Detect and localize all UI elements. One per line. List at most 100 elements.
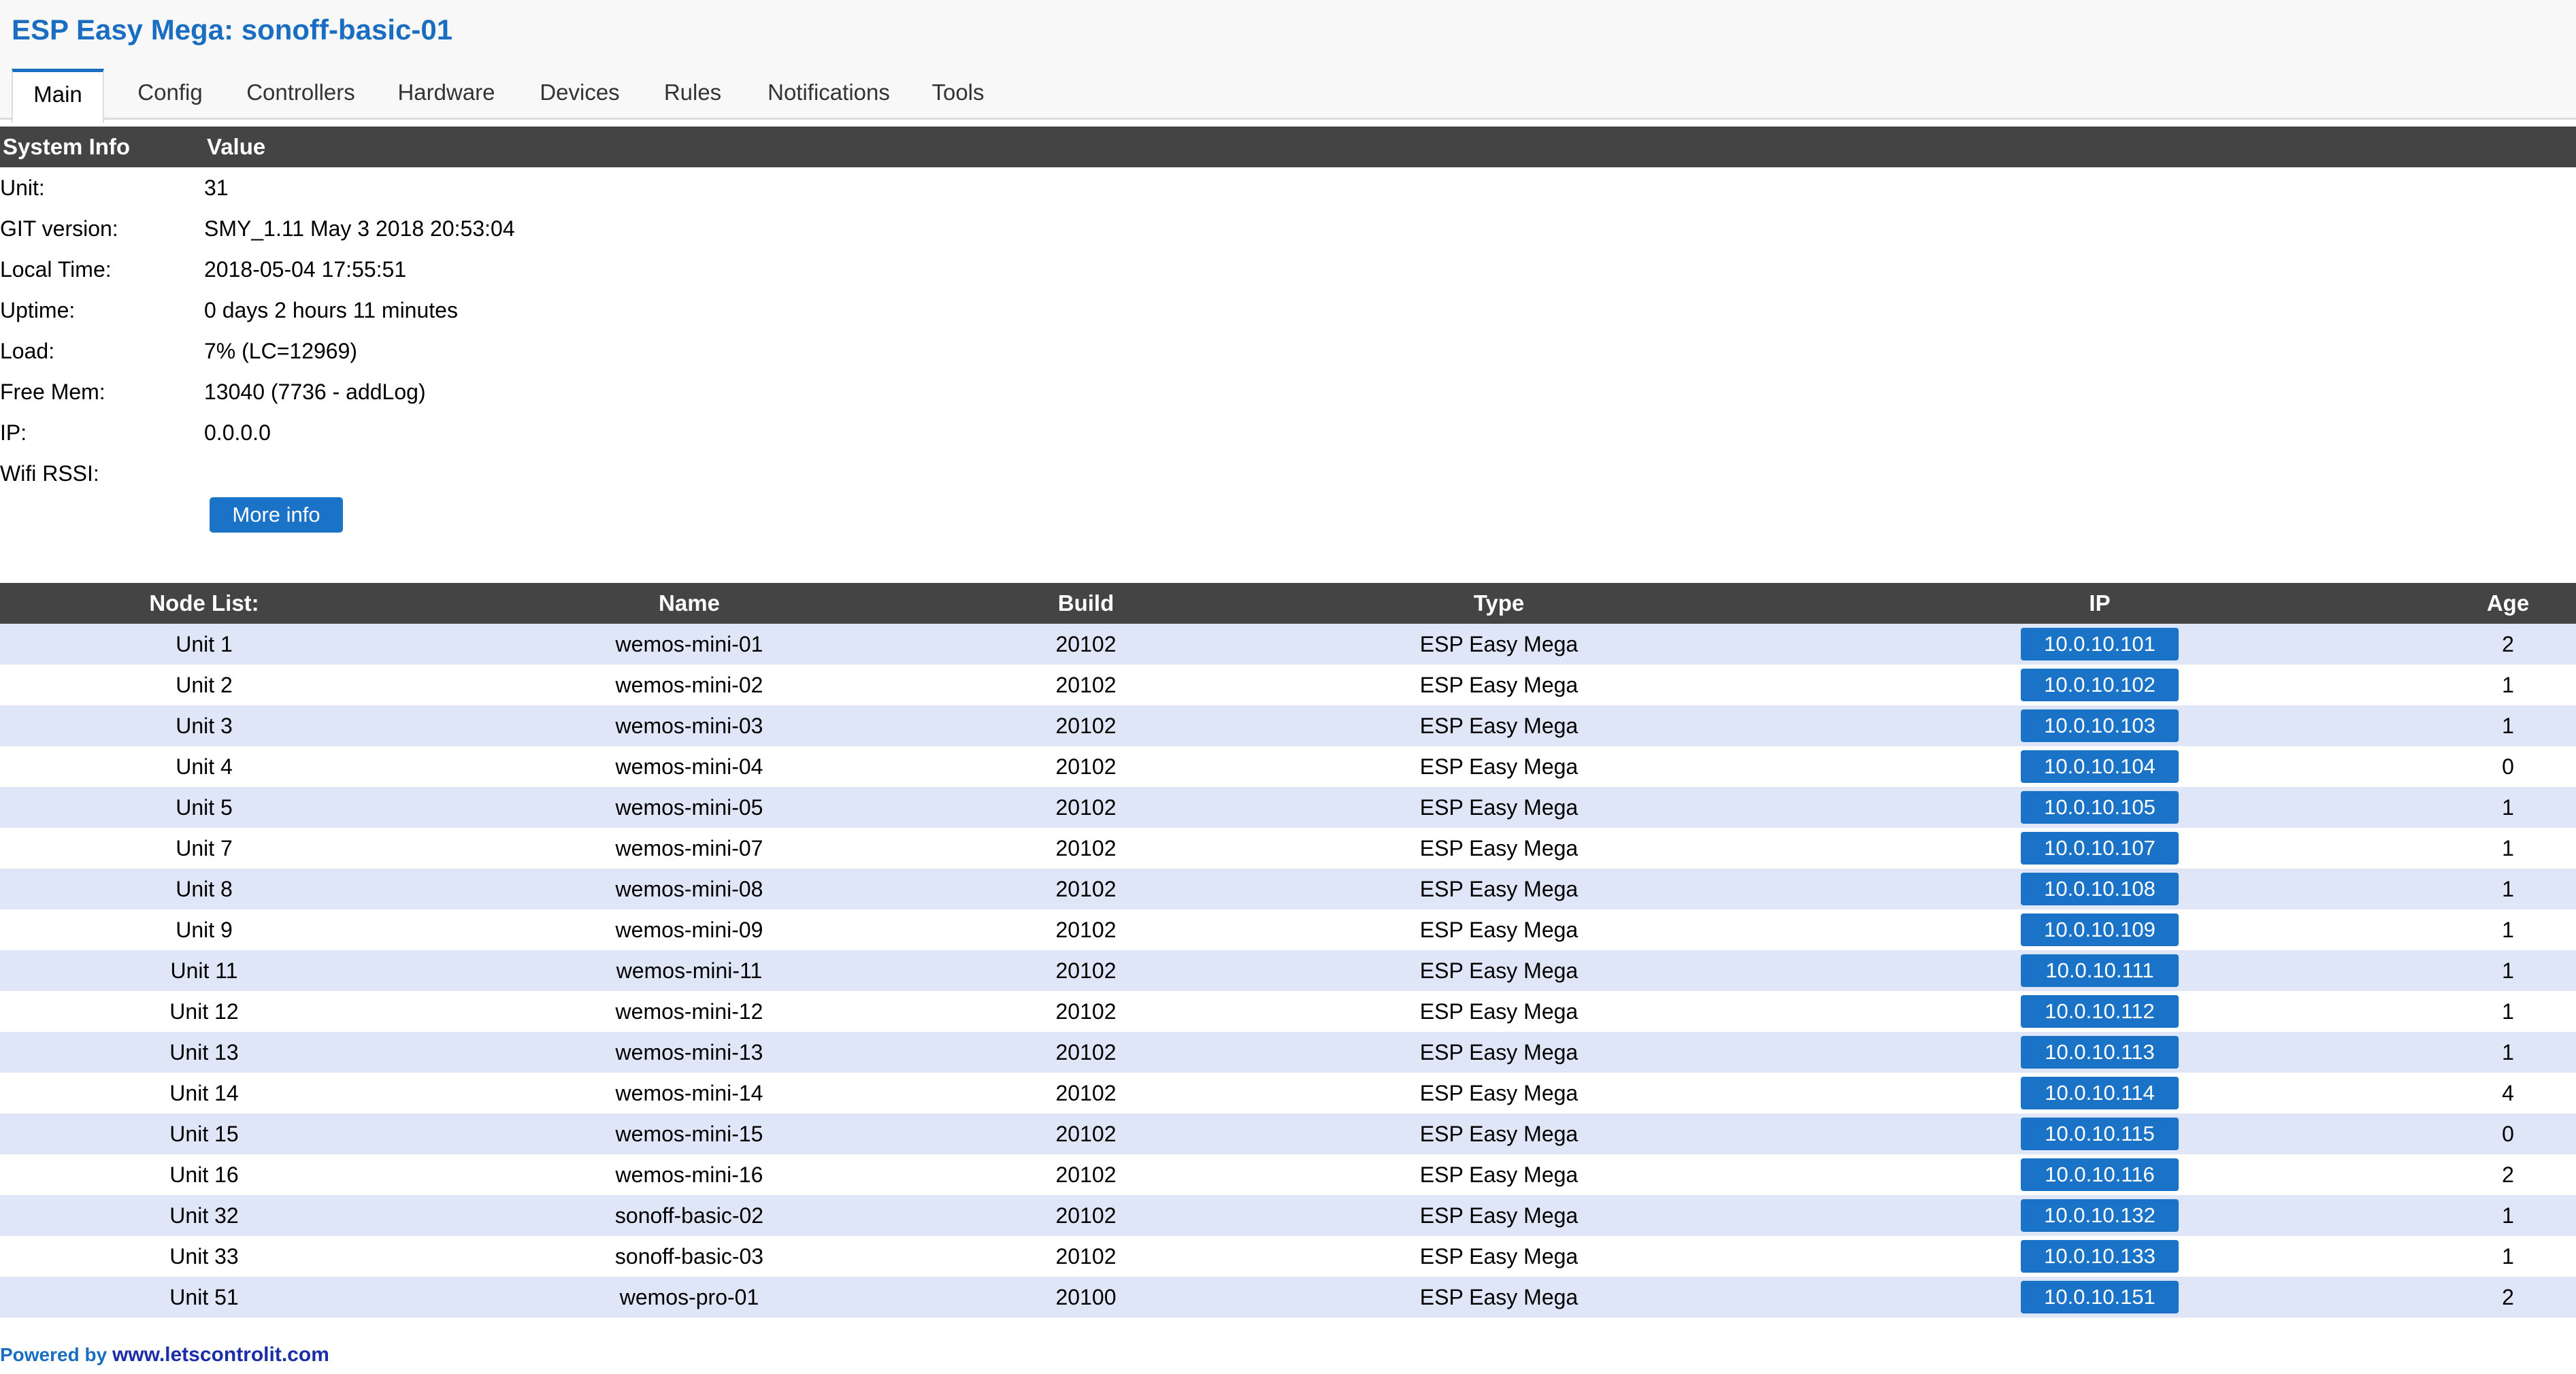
tab-devices[interactable]: Devices (514, 69, 645, 118)
table-row: Unit 5 wemos-mini-05 20102 ESP Easy Mega 1 10… (0, 787, 2576, 828)
info-value: 31 (204, 175, 229, 200)
node-name: wemos-mini-14 (615, 1081, 763, 1105)
node-build: 20102 (1055, 918, 1117, 942)
node-ip-button[interactable]: 10.0.10.112 (2021, 995, 2179, 1028)
info-label: Wifi RSSI: (0, 461, 99, 486)
footer-link[interactable]: www.letscontrolit.com (112, 1343, 329, 1366)
node-build: 20102 (1055, 1122, 1117, 1146)
node-name: wemos-mini-04 (615, 754, 763, 779)
info-label: Load: (0, 339, 55, 363)
node-ip-button[interactable]: 10.0.10.115 (2021, 1118, 2179, 1150)
node-name: wemos-mini-11 (616, 958, 763, 983)
table-row: Unit 15 wemos-mini-15 20102 ESP Easy Mega 0 1… (0, 1113, 2576, 1154)
node-type: ESP Easy Mega (1419, 918, 1579, 942)
node-unit: Unit 11 (170, 958, 238, 983)
node-unit: Unit 33 (169, 1244, 239, 1269)
node-name: sonoff-basic-03 (614, 1244, 764, 1269)
node-name: wemos-mini-08 (615, 877, 763, 901)
node-name: wemos-mini-01 (615, 632, 763, 656)
node-unit: Unit 1 (176, 632, 233, 656)
tab-notifications[interactable]: Notifications (741, 69, 917, 118)
node-name: wemos-mini-13 (615, 1040, 763, 1065)
info-label: Unit: (0, 175, 45, 200)
node-ip-button[interactable]: 10.0.10.102 (2021, 669, 2179, 701)
more-info-button[interactable]: More info (210, 497, 343, 533)
node-type: ESP Easy Mega (1419, 1285, 1579, 1309)
tab-main[interactable]: Main (12, 69, 104, 123)
info-row-free-mem: Free Mem: 13040 (7736 - addLog) (0, 371, 953, 412)
node-build: 20102 (1055, 1244, 1117, 1269)
node-ip-button[interactable]: 10.0.10.114 (2021, 1077, 2179, 1109)
tab-tools[interactable]: Tools (914, 69, 1002, 118)
info-row-load: Load: 7% (LC=12969) (0, 331, 953, 371)
node-build: 20102 (1055, 754, 1117, 779)
node-unit: Unit 8 (176, 877, 233, 901)
node-name: wemos-mini-07 (615, 836, 763, 860)
node-ip-button[interactable]: 10.0.10.105 (2021, 791, 2179, 824)
node-ip-button[interactable]: 10.0.10.116 (2021, 1158, 2179, 1191)
info-row-git-version: GIT version: SMY_1.11 May 3 2018 20:53:0… (0, 208, 953, 249)
info-label: Free Mem: (0, 380, 105, 404)
info-value: SMY_1.11 May 3 2018 20:53:04 (204, 216, 515, 241)
node-age: 1 (2502, 877, 2514, 901)
node-type: ESP Easy Mega (1419, 999, 1579, 1024)
node-unit: Unit 32 (169, 1203, 239, 1228)
node-type: ESP Easy Mega (1419, 673, 1579, 697)
node-ip-button[interactable]: 10.0.10.113 (2021, 1036, 2179, 1069)
node-age: 1 (2502, 795, 2514, 820)
node-build: 20102 (1055, 1040, 1117, 1065)
node-type: ESP Easy Mega (1419, 958, 1579, 983)
node-age: 0 (2502, 754, 2514, 779)
node-build: 20102 (1055, 877, 1117, 901)
node-list-header: Node List: Name Build Type IP Age (0, 583, 2576, 624)
node-type: ESP Easy Mega (1419, 632, 1579, 656)
node-ip-button[interactable]: 10.0.10.151 (2021, 1281, 2179, 1313)
node-age: 4 (2502, 1081, 2514, 1105)
type-column-label: Type (1473, 590, 1525, 616)
node-name: wemos-mini-12 (615, 999, 763, 1024)
tab-config[interactable]: Config (112, 69, 228, 118)
node-build: 20102 (1055, 836, 1117, 860)
system-info-column-label: System Info (3, 134, 131, 159)
node-age: 2 (2502, 1162, 2514, 1187)
node-ip-button[interactable]: 10.0.10.133 (2021, 1240, 2179, 1273)
age-column-label: Age (2486, 590, 2530, 616)
node-ip-button[interactable]: 10.0.10.111 (2021, 954, 2179, 987)
node-ip-button[interactable]: 10.0.10.132 (2021, 1199, 2179, 1232)
node-unit: Unit 3 (176, 714, 233, 738)
node-age: 1 (2502, 1040, 2514, 1065)
node-unit: Unit 13 (169, 1040, 239, 1065)
node-type: ESP Easy Mega (1419, 1162, 1579, 1187)
node-ip-button[interactable]: 10.0.10.109 (2021, 914, 2179, 946)
info-label: GIT version: (0, 216, 118, 241)
info-value: 13040 (7736 - addLog) (204, 380, 426, 404)
node-type: ESP Easy Mega (1419, 1122, 1579, 1146)
node-age: 1 (2502, 1203, 2514, 1228)
info-value: 0 days 2 hours 11 minutes (204, 298, 458, 322)
info-row-local-time: Local Time: 2018-05-04 17:55:51 (0, 249, 953, 290)
tab-rules[interactable]: Rules (642, 69, 744, 118)
info-row-uptime: Uptime: 0 days 2 hours 11 minutes (0, 290, 953, 331)
system-info-header: System Info Value (0, 127, 2576, 167)
node-ip-button[interactable]: 10.0.10.103 (2021, 709, 2179, 742)
node-age: 1 (2502, 958, 2514, 983)
info-value: 2018-05-04 17:55:51 (204, 257, 407, 282)
tab-controllers[interactable]: Controllers (225, 69, 376, 118)
node-build: 20102 (1055, 999, 1117, 1024)
node-list-column-label: Node List: (149, 590, 259, 616)
footer-prefix: Powered by (0, 1344, 112, 1365)
node-ip-button[interactable]: 10.0.10.104 (2021, 750, 2179, 783)
node-unit: Unit 4 (176, 754, 233, 779)
tab-hardware[interactable]: Hardware (375, 69, 518, 118)
table-row: Unit 51 wemos-pro-01 20100 ESP Easy Mega 2 10… (0, 1277, 2576, 1318)
node-name: wemos-mini-03 (615, 714, 763, 738)
node-type: ESP Easy Mega (1419, 1040, 1579, 1065)
info-label: IP: (0, 420, 27, 445)
node-name: wemos-mini-16 (615, 1162, 763, 1187)
table-row: Unit 1 wemos-mini-01 20102 ESP Easy Mega 2 10… (0, 624, 2576, 665)
node-ip-button[interactable]: 10.0.10.101 (2021, 628, 2179, 660)
table-row: Unit 11 wemos-mini-11 20102 ESP Easy Mega 1 1… (0, 950, 2576, 991)
node-ip-button[interactable]: 10.0.10.108 (2021, 873, 2179, 905)
node-ip-button[interactable]: 10.0.10.107 (2021, 832, 2179, 865)
node-type: ESP Easy Mega (1419, 877, 1579, 901)
